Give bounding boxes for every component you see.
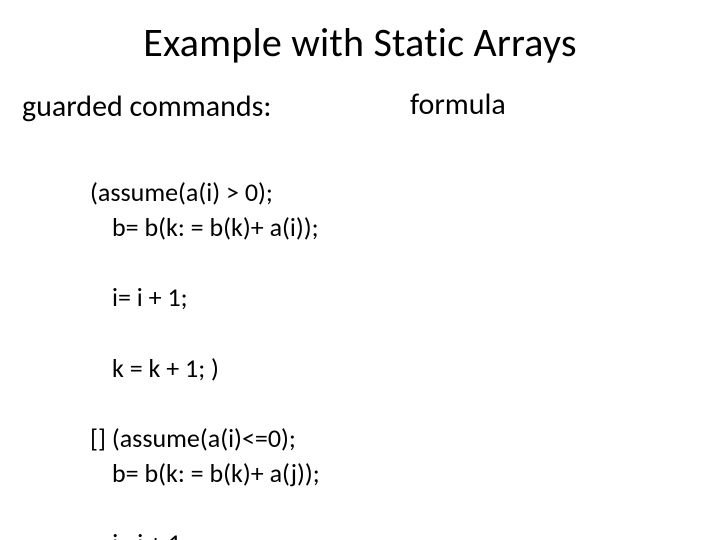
slide: Example with Static Arrays guarded comma…: [0, 0, 720, 540]
code-line: k = k + 1; ): [90, 351, 320, 386]
code-line: j= j + 1;: [90, 526, 320, 540]
code-line: b= b(k: = b(k)+ a(i));: [90, 210, 320, 245]
slide-title: Example with Static Arrays: [0, 18, 720, 67]
code-line: i= i + 1;: [90, 280, 320, 315]
code-line: [] (assume(a(i)<=0);: [90, 422, 296, 454]
subheading-formula: formula: [410, 86, 506, 123]
code-block: (assume(a(i) > 0); b= b(k: = b(k)+ a(i))…: [90, 140, 320, 540]
subheading-guarded-commands: guarded commands:: [22, 88, 271, 125]
code-line: (assume(a(i) > 0);: [90, 176, 273, 208]
code-line: b= b(k: = b(k)+ a(j));: [90, 456, 320, 491]
